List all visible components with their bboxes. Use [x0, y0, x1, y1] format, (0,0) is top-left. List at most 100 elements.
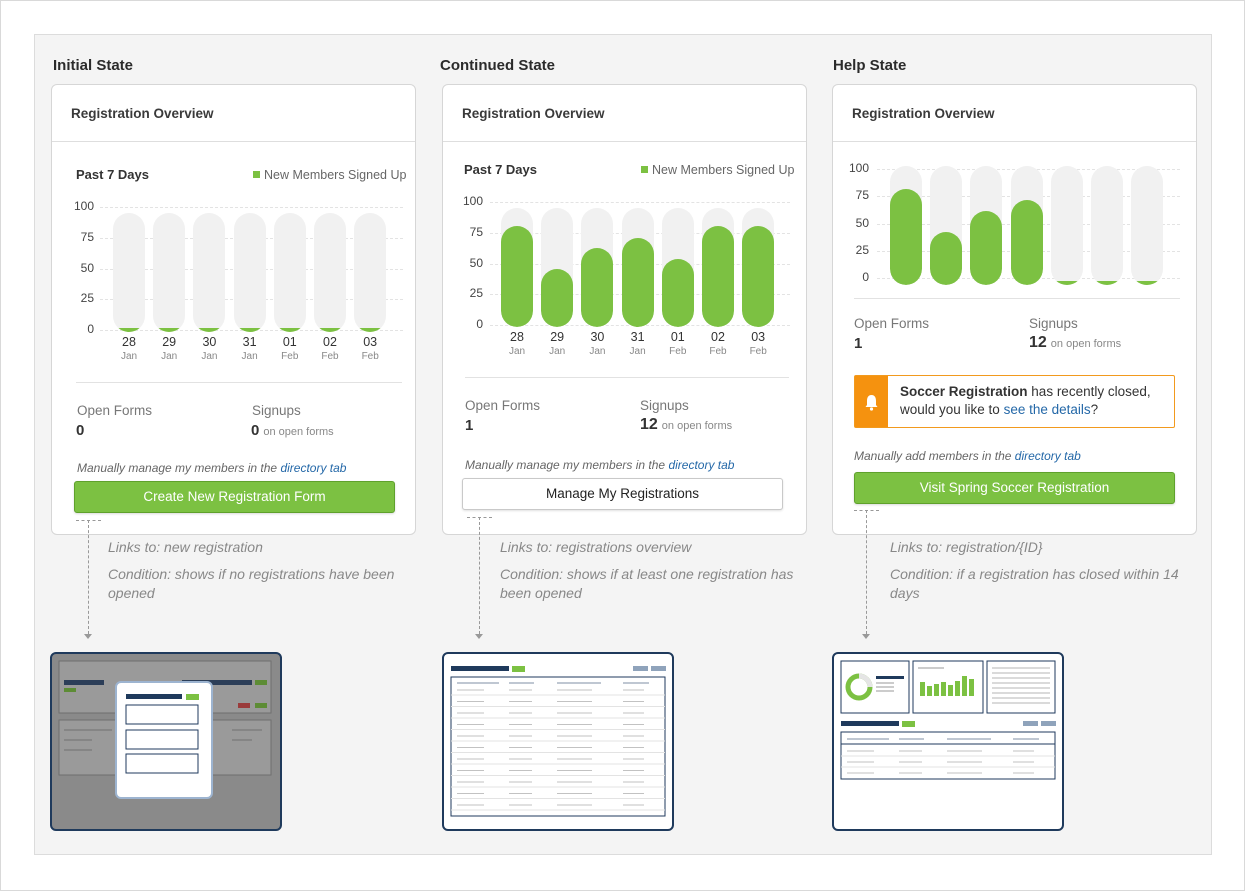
- y-tick-label: 0: [862, 270, 869, 284]
- open-forms-label: Open Forms: [77, 403, 153, 418]
- condition-note: Condition: if a registration has closed …: [890, 566, 1179, 601]
- registrations-overview-preview: [450, 666, 666, 817]
- manual-manage-text: Manually manage my members in the direct…: [465, 458, 734, 472]
- links-to-note: Links to: new registration: [108, 539, 263, 555]
- y-tick-label: 50: [469, 255, 483, 270]
- bar: [970, 210, 1003, 285]
- chart-title: Past 7 Days: [76, 167, 149, 182]
- arrow-down-icon: [84, 634, 92, 639]
- legend-swatch: [641, 166, 648, 173]
- x-tick-month: Jan: [241, 351, 258, 362]
- create-new-registration-form-button[interactable]: Create New Registration Form: [74, 481, 395, 513]
- links-to-note: Links to: registrations overview: [500, 539, 692, 555]
- chart-title: Past 7 Days: [464, 162, 537, 177]
- manual-manage-text: Manually manage my members in the direct…: [77, 461, 346, 475]
- bar: [661, 258, 694, 327]
- x-tick-day: 01: [282, 335, 297, 349]
- signups-stat: 0 on open forms: [251, 422, 334, 439]
- bar-track: [930, 166, 963, 285]
- bar: [314, 328, 346, 332]
- x-tick-day: 02: [323, 335, 337, 349]
- card-title: Registration Overview: [52, 85, 415, 142]
- bar: [501, 225, 533, 327]
- manual-prefix: Manually manage my members in the: [77, 461, 278, 475]
- x-tick-day: 02: [711, 330, 725, 344]
- x-tick-month: Jan: [201, 351, 218, 362]
- bar: [1010, 199, 1043, 285]
- connector-line: [88, 520, 89, 634]
- bar: [581, 247, 614, 327]
- x-tick-month: Feb: [281, 351, 299, 362]
- y-tick-label: 100: [462, 194, 483, 208]
- x-tick-day: 01: [670, 330, 685, 344]
- registration-detail-thumbnail[interactable]: [832, 652, 1064, 831]
- x-tick-day: 03: [363, 335, 378, 349]
- visit-spring-soccer-registration-button[interactable]: Visit Spring Soccer Registration: [854, 472, 1175, 504]
- x-tick-day: 29: [550, 330, 565, 344]
- bar-track: [541, 208, 574, 327]
- signups-value: 12: [1029, 334, 1047, 351]
- signups-label: Signups: [1029, 316, 1078, 331]
- directory-tab-link[interactable]: directory tab: [280, 461, 346, 475]
- x-tick-month: Jan: [120, 351, 138, 362]
- x-tick-day: 31: [630, 330, 645, 344]
- new-registration-preview: [58, 660, 272, 799]
- see-details-link[interactable]: see the details: [1004, 402, 1091, 417]
- links-to-note: Links to: registration/{ID}: [890, 539, 1043, 555]
- y-tick-label: 25: [855, 242, 869, 257]
- open-forms-value: 0: [76, 422, 85, 439]
- y-tick-label: 50: [855, 215, 869, 230]
- y-tick-label: 0: [476, 317, 483, 331]
- registrations-overview-thumbnail[interactable]: [442, 652, 674, 831]
- bar: [1091, 281, 1123, 285]
- bar-track: [742, 208, 775, 327]
- y-tick-label: 75: [855, 188, 869, 203]
- y-tick-label: 0: [87, 322, 94, 336]
- state-title-help: Help State: [833, 57, 907, 74]
- bar: [1131, 281, 1164, 285]
- x-tick-day: 29: [162, 335, 177, 349]
- bar: [742, 225, 775, 327]
- x-tick-day: 03: [751, 330, 766, 344]
- y-tick-label: 75: [80, 229, 94, 244]
- gridline: [100, 207, 403, 208]
- bar: [193, 328, 226, 332]
- signups-value: 12: [640, 416, 658, 433]
- recently-closed-alert: Soccer Registration has recently closed,…: [854, 375, 1175, 428]
- divider: [76, 382, 402, 383]
- bar-track: [702, 208, 734, 327]
- signups-label: Signups: [640, 398, 689, 413]
- y-tick-label: 100: [848, 161, 869, 175]
- bar-track: [1050, 166, 1083, 285]
- signups-sub: on open forms: [661, 420, 733, 432]
- x-tick-day: 28: [122, 335, 136, 349]
- alert-end: ?: [1090, 402, 1099, 417]
- manage-my-registrations-button[interactable]: Manage My Registrations: [462, 478, 783, 510]
- bar-track: [970, 166, 1003, 285]
- y-tick-label: 50: [80, 260, 94, 275]
- directory-tab-link[interactable]: directory tab: [1015, 449, 1081, 463]
- arrow-down-icon: [475, 634, 483, 639]
- bar: [890, 188, 922, 285]
- open-forms-value: 1: [854, 335, 863, 352]
- y-tick-label: 25: [80, 291, 94, 306]
- alert-registration-name: Soccer Registration: [900, 384, 1028, 399]
- state-title-continued: Continued State: [440, 57, 555, 74]
- connector-line: [479, 517, 480, 634]
- bar: [1050, 281, 1083, 285]
- open-forms-label: Open Forms: [854, 316, 930, 331]
- legend-label: New Members Signed Up: [264, 168, 407, 182]
- x-tick-month: Jan: [508, 346, 526, 357]
- x-tick-day: 31: [242, 335, 257, 349]
- alert-message: Soccer Registration has recently closed,…: [900, 383, 1151, 419]
- bar-track: [113, 213, 145, 332]
- legend-label: New Members Signed Up: [652, 163, 795, 177]
- directory-tab-link[interactable]: directory tab: [668, 458, 734, 472]
- new-registration-thumbnail[interactable]: [50, 652, 282, 831]
- gridline: [490, 202, 790, 203]
- x-tick-month: Jan: [629, 346, 646, 357]
- connector-line: [866, 510, 867, 634]
- x-tick-day: 28: [510, 330, 524, 344]
- bar: [930, 232, 963, 285]
- x-tick-month: Jan: [589, 346, 606, 357]
